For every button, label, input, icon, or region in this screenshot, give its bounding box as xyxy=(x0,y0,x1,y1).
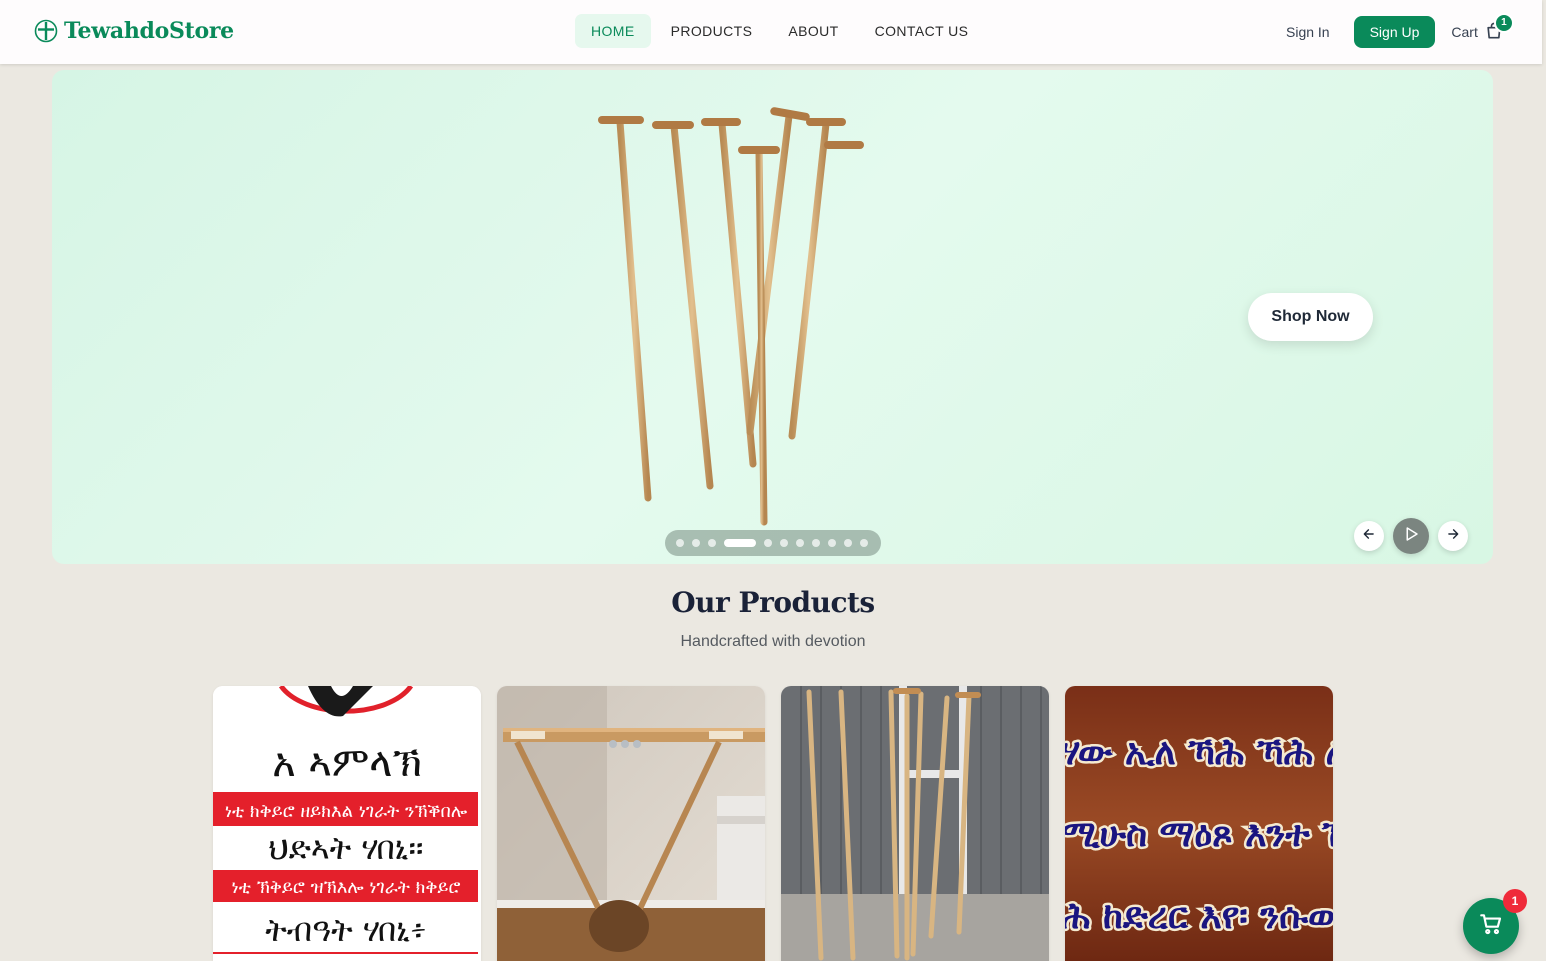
carousel-dot[interactable] xyxy=(708,539,716,547)
arrow-left-icon xyxy=(1362,527,1376,546)
carousel-dot[interactable] xyxy=(796,539,804,547)
carousel-dot[interactable] xyxy=(780,539,788,547)
account-actions: Sign In Sign Up Cart 1 xyxy=(1286,12,1514,48)
main-menu: HOME PRODUCTS ABOUT CONTACT US xyxy=(575,14,988,48)
carousel-play-button[interactable] xyxy=(1393,518,1429,554)
carousel-prev-button[interactable] xyxy=(1354,521,1384,551)
product-image: ሃው ኢለ ኻሕ ኻሕ ሌብል ሚሁስ ማዕጾ እንተ ኸፈተ ሕ ከድረር እ… xyxy=(1065,686,1333,961)
poster-line-1: አ ኣምላኽ xyxy=(272,740,422,786)
cart-label: Cart xyxy=(1451,24,1478,40)
cart-icon xyxy=(1478,911,1504,942)
hero-carousel: Shop Now xyxy=(52,70,1493,564)
product-card[interactable] xyxy=(497,686,765,961)
nav-products[interactable]: PRODUCTS xyxy=(655,14,769,48)
carousel-dot[interactable] xyxy=(860,539,868,547)
play-icon xyxy=(1402,525,1420,548)
nav-contact[interactable]: CONTACT US xyxy=(859,14,985,48)
nav-about[interactable]: ABOUT xyxy=(772,14,854,48)
nav-home[interactable]: HOME xyxy=(575,14,651,48)
carousel-dot[interactable] xyxy=(812,539,820,547)
arrow-right-icon xyxy=(1446,527,1460,546)
carousel-dot[interactable] xyxy=(844,539,852,547)
carousel-dot[interactable] xyxy=(692,539,700,547)
poster-line-2: ነቲ ክቅይሮ ዘይክእል ነገራት ንኽቕበሎ xyxy=(225,801,467,822)
calligraphy-line-3: ሕ ከድረር እየ፡ ንሱውን ፀ xyxy=(1065,895,1333,937)
cart-button[interactable]: Cart 1 xyxy=(1451,12,1514,44)
product-image xyxy=(497,686,765,961)
cart-count-badge: 1 xyxy=(1493,12,1514,33)
sign-in-link[interactable]: Sign In xyxy=(1286,24,1330,40)
product-card[interactable]: አ ኣምላኽ ነቲ ክቅይሮ ዘይክእል ነገራት ንኽቕበሎ ህድኣት ሃበኒ… xyxy=(213,686,481,961)
products-subtitle: Handcrafted with devotion xyxy=(680,633,866,650)
carousel-indicators xyxy=(665,530,881,556)
shop-now-button[interactable]: Shop Now xyxy=(1248,293,1373,341)
poster-line-4: ነቲ ኽቅይሮ ዝኽእሎ ነገራት ክቅይሮ xyxy=(232,877,461,898)
carousel-dot[interactable] xyxy=(828,539,836,547)
poster-line-5: ትብዓት ሃበኒ፥ xyxy=(265,911,427,949)
cross-icon xyxy=(34,19,58,43)
calligraphy-line-2: ሚሁስ ማዕጾ እንተ ኸፈተ xyxy=(1065,813,1333,855)
carousel-next-button[interactable] xyxy=(1438,521,1468,551)
floating-cart-badge: 1 xyxy=(1503,889,1527,913)
carousel-dot-active[interactable] xyxy=(724,539,756,547)
sign-up-button[interactable]: Sign Up xyxy=(1353,16,1436,48)
products-heading: Our Products xyxy=(671,586,875,619)
top-navbar: TewahdoStore HOME PRODUCTS ABOUT CONTACT… xyxy=(0,0,1542,64)
product-image xyxy=(781,686,1049,961)
product-card[interactable]: ሃው ኢለ ኻሕ ኻሕ ሌብል ሚሁስ ማዕጾ እንተ ኸፈተ ሕ ከድረር እ… xyxy=(1065,686,1333,961)
carousel-dot[interactable] xyxy=(676,539,684,547)
carousel-dot[interactable] xyxy=(764,539,772,547)
poster-line-3: ህድኣት ሃበኒ። xyxy=(269,829,424,867)
brand-logo[interactable]: TewahdoStore xyxy=(34,18,234,44)
calligraphy-line-1: ሃው ኢለ ኻሕ ኻሕ ሌብል xyxy=(1065,731,1333,773)
product-image: አ ኣምላኽ ነቲ ክቅይሮ ዘይክእል ነገራት ንኽቕበሎ ህድኣት ሃበኒ… xyxy=(213,686,481,961)
product-card[interactable] xyxy=(781,686,1049,961)
brand-name: TewahdoStore xyxy=(64,18,234,44)
